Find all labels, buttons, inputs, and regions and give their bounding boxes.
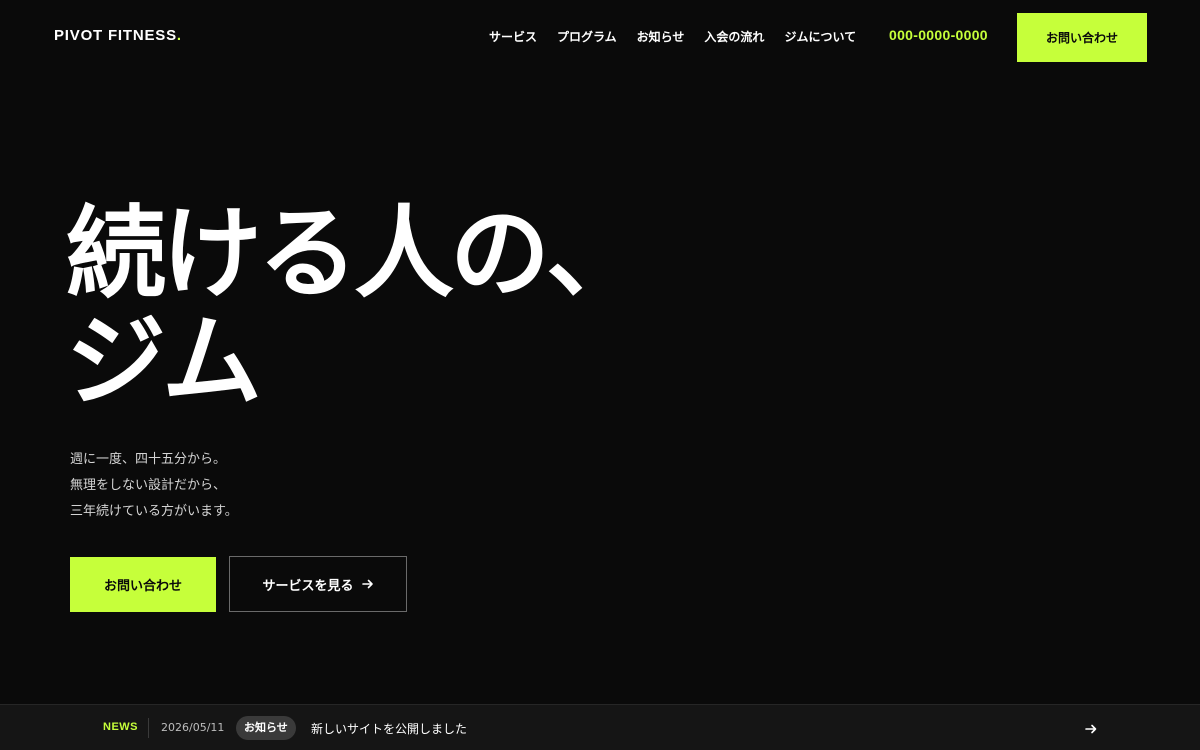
logo-dot: . <box>176 27 182 44</box>
site-logo[interactable]: PIVOT FITNESS. <box>54 27 182 44</box>
hero-title-line-1: 続ける人の、 <box>66 195 646 312</box>
news-date: 2026/05/11 <box>161 721 225 734</box>
news-bar: NEWS 2026/05/11 お知らせ 新しいサイトを公開しました <box>0 704 1200 750</box>
view-services-button[interactable]: サービスを見る <box>229 556 407 612</box>
nav-item-join-flow[interactable]: 入会の流れ <box>704 28 764 45</box>
nav-item-about[interactable]: ジムについて <box>784 28 856 45</box>
main-nav: サービス プログラム お知らせ 入会の流れ ジムについて <box>489 28 856 45</box>
arrow-right-icon <box>361 579 374 589</box>
hero-title: 続ける人の、 ジム <box>66 200 686 416</box>
news-category-badge: お知らせ <box>236 716 296 740</box>
hero-subtitle: 週に一度、四十五分から。 無理をしない設計だから、 三年続けている方がいます。 <box>70 447 238 525</box>
header-contact-button[interactable]: お問い合わせ <box>1017 13 1147 62</box>
hero-subtitle-line-1: 週に一度、四十五分から。 <box>70 452 227 467</box>
arrow-right-icon[interactable] <box>1084 721 1098 735</box>
nav-item-programs[interactable]: プログラム <box>557 28 617 45</box>
news-headline-link[interactable]: 新しいサイトを公開しました <box>311 720 467 737</box>
hero-title-line-2: ジム <box>66 303 262 420</box>
nav-item-services[interactable]: サービス <box>489 28 537 45</box>
hero-contact-button[interactable]: お問い合わせ <box>70 557 216 612</box>
nav-item-news[interactable]: お知らせ <box>637 28 685 45</box>
phone-number-link[interactable]: 000-0000-0000 <box>889 27 988 43</box>
logo-text: PIVOT FITNESS <box>54 27 177 44</box>
hero-subtitle-line-3: 三年続けている方がいます。 <box>70 504 238 519</box>
site-header: PIVOT FITNESS. サービス プログラム お知らせ 入会の流れ ジムに… <box>0 0 1200 75</box>
page: PIVOT FITNESS. サービス プログラム お知らせ 入会の流れ ジムに… <box>0 0 1200 750</box>
hero-subtitle-line-2: 無理をしない設計だから、 <box>70 478 227 493</box>
view-services-label: サービスを見る <box>262 578 354 594</box>
news-divider <box>148 718 149 738</box>
news-label: NEWS <box>103 721 138 733</box>
